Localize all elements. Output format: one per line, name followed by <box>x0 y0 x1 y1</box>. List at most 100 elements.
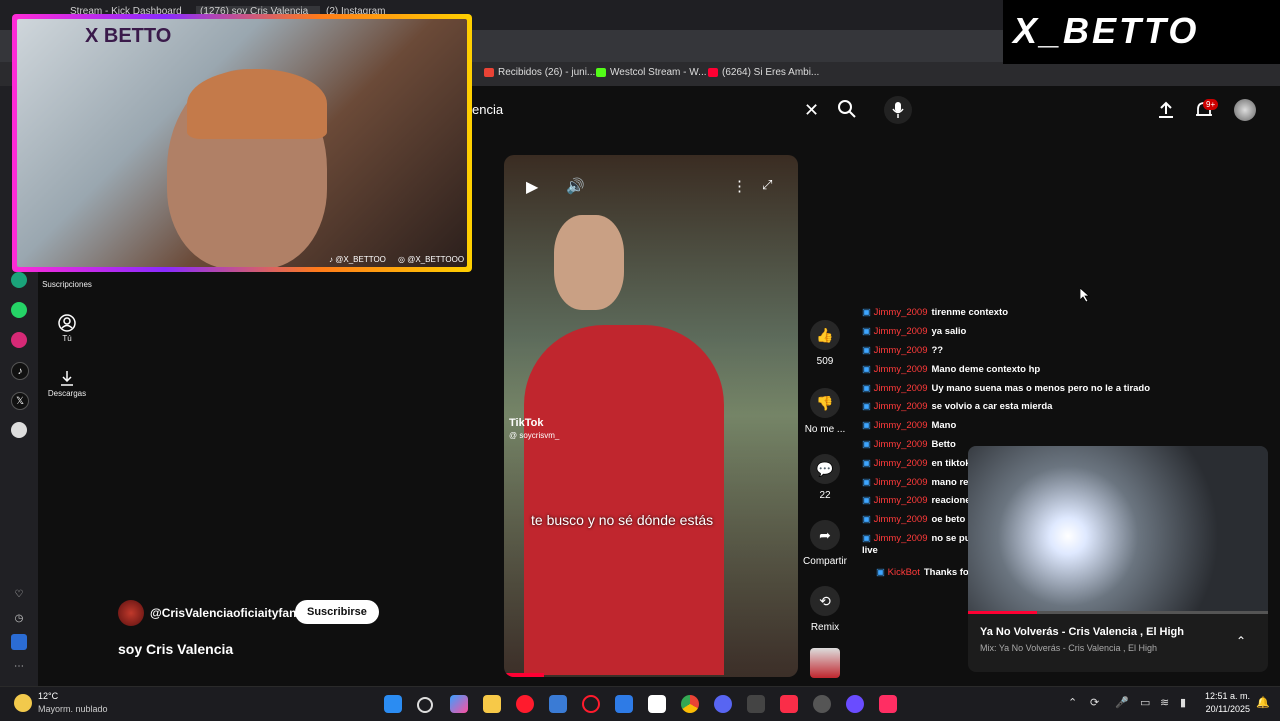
tiktok-icon[interactable]: ♪ <box>11 362 29 380</box>
subscribe-button[interactable]: Suscribirse <box>295 600 379 624</box>
chat-username[interactable]: Jimmy_2009 <box>874 439 928 450</box>
obs-icon[interactable] <box>813 695 831 713</box>
chat-username[interactable]: KickBot <box>888 567 920 578</box>
chat-text: Uy mano suena mas o menos pero no le a t… <box>931 383 1151 394</box>
chat-username[interactable]: Jimmy_2009 <box>874 477 928 488</box>
app-icon[interactable] <box>846 695 864 713</box>
sync-icon[interactable]: ⟳ <box>1090 696 1099 709</box>
chrome-icon[interactable] <box>681 695 699 713</box>
voice-search-button[interactable] <box>884 96 912 124</box>
chat-username[interactable]: Jimmy_2009 <box>874 383 928 394</box>
chat-badge-icon: ▣ <box>862 345 874 356</box>
channel-avatar[interactable] <box>118 600 144 626</box>
chat-badge-icon: ▣ <box>862 364 874 375</box>
sidebar-item-subscriptions[interactable]: Suscripciones <box>38 280 96 289</box>
chat-username[interactable]: Jimmy_2009 <box>874 401 928 412</box>
chat-message: ▣ Jimmy_2009 Mano deme contexto hp <box>862 364 1162 376</box>
chat-username[interactable]: Jimmy_2009 <box>874 533 928 544</box>
mini-player[interactable]: Ya No Volverás - Cris Valencia , El High… <box>968 446 1268 672</box>
display-icon[interactable]: ▭ <box>1140 696 1150 709</box>
social-handle: @X_BETTOO <box>335 255 386 264</box>
chat-username[interactable]: Jimmy_2009 <box>874 307 928 318</box>
video-progress[interactable] <box>504 673 544 677</box>
bookmark-kick[interactable]: Westcol Stream - W... <box>596 67 707 78</box>
search-icon[interactable] <box>836 98 858 120</box>
whatsapp-icon[interactable] <box>11 302 27 318</box>
notion-icon[interactable] <box>648 695 666 713</box>
play-icon[interactable]: ▶ <box>526 177 538 197</box>
comments-button[interactable]: 💬 22 <box>800 454 850 501</box>
chat-username[interactable]: Jimmy_2009 <box>874 326 928 337</box>
wifi-icon[interactable]: ≋ <box>1160 696 1169 709</box>
start-icon[interactable] <box>384 695 402 713</box>
like-button[interactable]: 👍 509 <box>800 320 850 367</box>
short-video-player[interactable]: ▶ 🔊 ⋮ ⤢ TikTok @ soycrisvm_ te busco y n… <box>504 155 798 677</box>
chatgpt-icon[interactable] <box>11 272 27 288</box>
video-caption: te busco y no sé dónde estás <box>531 512 714 528</box>
sound-thumbnail[interactable] <box>810 648 840 678</box>
heart-icon[interactable]: ♡ <box>11 586 27 602</box>
music-icon[interactable] <box>780 695 798 713</box>
sidebar-item-downloads[interactable]: Descargas <box>38 369 96 398</box>
chat-username[interactable]: Jimmy_2009 <box>874 458 928 469</box>
mini-player-video[interactable] <box>968 446 1268 614</box>
volume-icon[interactable]: 🔊 <box>566 177 585 195</box>
bookmark-youtube[interactable]: (6264) Si Eres Ambi... <box>708 67 819 78</box>
opera-icon[interactable] <box>582 695 600 713</box>
chat-username[interactable]: Jimmy_2009 <box>874 345 928 356</box>
fullscreen-icon[interactable]: ⤢ <box>762 177 772 193</box>
more-icon[interactable]: ⋯ <box>11 658 27 674</box>
notification-bell-icon[interactable]: 🔔 <box>1256 696 1270 709</box>
chat-text: oe beto <box>931 514 966 525</box>
chat-text: ya salio <box>931 326 967 337</box>
outlook-icon[interactable] <box>11 634 27 650</box>
kick-icon <box>596 68 606 77</box>
share-button[interactable]: ➦ Compartir <box>800 520 850 567</box>
chevron-up-icon[interactable]: ⌃ <box>1236 634 1246 648</box>
chat-message: ▣ Jimmy_2009 ya salio <box>862 326 1162 338</box>
bookmark-label: Westcol Stream - W... <box>610 67 707 78</box>
tiktok-live-icon[interactable] <box>879 695 897 713</box>
channel-name[interactable]: @CrisValenciaoficiaityfan <box>150 606 296 620</box>
chat-username[interactable]: Jimmy_2009 <box>874 420 928 431</box>
chat-badge-icon: ▣ <box>862 495 874 506</box>
instagram-icon[interactable] <box>11 332 27 348</box>
youtube-icon <box>708 68 718 77</box>
chat-username[interactable]: Jimmy_2009 <box>874 514 928 525</box>
calendar-icon[interactable] <box>747 695 765 713</box>
opera-gx-icon[interactable] <box>516 695 534 713</box>
microphone-icon[interactable]: 🎤 <box>1115 696 1129 709</box>
mouse-cursor-icon <box>1079 287 1091 307</box>
microphone-icon <box>892 102 904 118</box>
chat-text: Mano deme contexto hp <box>931 364 1041 375</box>
x-icon[interactable]: 𝕏 <box>11 392 29 410</box>
streamer-cap <box>187 69 327 139</box>
comments-count: 22 <box>819 490 831 501</box>
dislike-button[interactable]: 👎 No me ... <box>800 388 850 435</box>
search-input[interactable]: encia <box>472 102 503 117</box>
search-icon[interactable] <box>417 697 433 713</box>
chat-badge-icon: ▣ <box>862 326 874 337</box>
chevron-up-icon[interactable]: ⌃ <box>1068 696 1077 709</box>
account-avatar[interactable] <box>1234 99 1256 121</box>
download-icon <box>61 371 73 386</box>
chat-username[interactable]: Jimmy_2009 <box>874 495 928 506</box>
streamer-logo: X_BETTO <box>1003 0 1280 64</box>
history-icon[interactable]: ◷ <box>11 610 27 626</box>
clock-time[interactable]: 12:51 a. m. <box>1200 691 1250 701</box>
clear-search-icon[interactable]: ✕ <box>804 100 819 121</box>
store-icon[interactable] <box>549 695 567 713</box>
discord-icon[interactable] <box>714 695 732 713</box>
remix-button[interactable]: ⟲ Remix <box>800 586 850 633</box>
file-explorer-icon[interactable] <box>483 695 501 713</box>
copilot-icon[interactable] <box>450 695 468 713</box>
player-icon[interactable] <box>11 422 27 438</box>
upload-icon[interactable] <box>1156 100 1176 120</box>
todo-icon[interactable] <box>615 695 633 713</box>
sidebar-item-you[interactable]: Tú <box>38 314 96 343</box>
chat-username[interactable]: Jimmy_2009 <box>874 364 928 375</box>
clock-date[interactable]: 20/11/2025 <box>1200 704 1250 714</box>
battery-icon[interactable]: ▮ <box>1180 696 1186 709</box>
bookmark-gmail[interactable]: Recibidos (26) - juni... <box>484 67 595 78</box>
more-options-icon[interactable]: ⋮ <box>732 177 747 195</box>
